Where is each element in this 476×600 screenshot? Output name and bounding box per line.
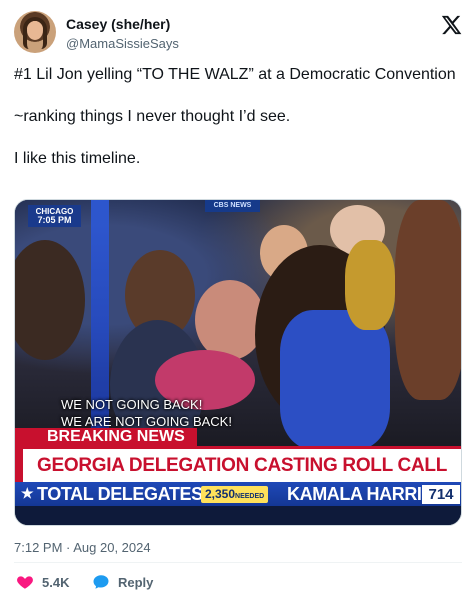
- breaking-news-banner: BREAKING NEWS: [15, 428, 197, 446]
- ticker-bottom-bar: [15, 506, 461, 525]
- tweet-text: #1 Lil Jon yelling “TO THE WALZ” at a De…: [14, 64, 462, 190]
- tweet-actions: 5.4K Reply: [14, 572, 462, 592]
- ticker-label: TOTAL DELEGATES: [37, 484, 203, 504]
- reply-button[interactable]: Reply: [92, 572, 153, 592]
- heart-icon: [17, 576, 33, 589]
- tweet-media-image[interactable]: CHICAGO 7:05 PM CBS NEWS WE NOT GOING BA…: [14, 199, 462, 526]
- tweet-header: Casey (she/her) @MamaSissieSays: [14, 10, 464, 56]
- caption-line: WE NOT GOING BACK!: [61, 397, 203, 412]
- like-count: 5.4K: [42, 574, 70, 590]
- crowd-person: [15, 240, 85, 360]
- candidate-votes: 714: [422, 485, 460, 504]
- tweet-paragraph: #1 Lil Jon yelling “TO THE WALZ” at a De…: [14, 66, 456, 83]
- speech-bubble-icon: [93, 575, 109, 589]
- x-logo-icon[interactable]: [440, 14, 462, 36]
- crowd-person: [195, 280, 265, 360]
- network-bug: CBS NEWS: [205, 200, 260, 212]
- avatar-face: [27, 21, 43, 40]
- reply-label: Reply: [118, 574, 154, 590]
- closed-caption: WE NOT GOING BACK! WE ARE NOT GOING BACK…: [61, 396, 232, 430]
- raised-arm: [395, 200, 461, 400]
- avatar[interactable]: [14, 11, 56, 53]
- needed-value: 2,350: [205, 487, 236, 501]
- author-handle[interactable]: @MamaSissieSays: [66, 36, 179, 51]
- delegate-ticker: ★ TOTAL DELEGATES 2,350NEEDED KAMALA HAR…: [15, 482, 461, 506]
- tweet-paragraph: I like this timeline.: [14, 150, 141, 167]
- like-button[interactable]: 5.4K: [16, 572, 69, 592]
- needed-suffix: NEEDED: [235, 493, 265, 500]
- tweet-paragraph: ~ranking things I never thought I’d see.: [14, 108, 291, 125]
- bug-clock: 7:05 PM: [37, 215, 72, 225]
- headline-banner: GEORGIA DELEGATION CASTING ROLL CALL VOT…: [15, 446, 461, 509]
- author-name[interactable]: Casey (she/her): [66, 16, 170, 32]
- tweet-card: Casey (she/her) @MamaSissieSays #1 Lil J…: [0, 0, 476, 600]
- tweet-timestamp[interactable]: 7:12 PM · Aug 20, 2024: [14, 540, 151, 555]
- network-clock-bug: CHICAGO 7:05 PM: [28, 205, 81, 227]
- performer-locs: [345, 240, 395, 330]
- star-icon: ★: [21, 485, 34, 501]
- candidate-name: KAMALA HARRIS: [287, 484, 434, 504]
- divider: [14, 562, 462, 563]
- performer-shirt: [280, 310, 390, 450]
- needed-badge: 2,350NEEDED: [201, 486, 269, 503]
